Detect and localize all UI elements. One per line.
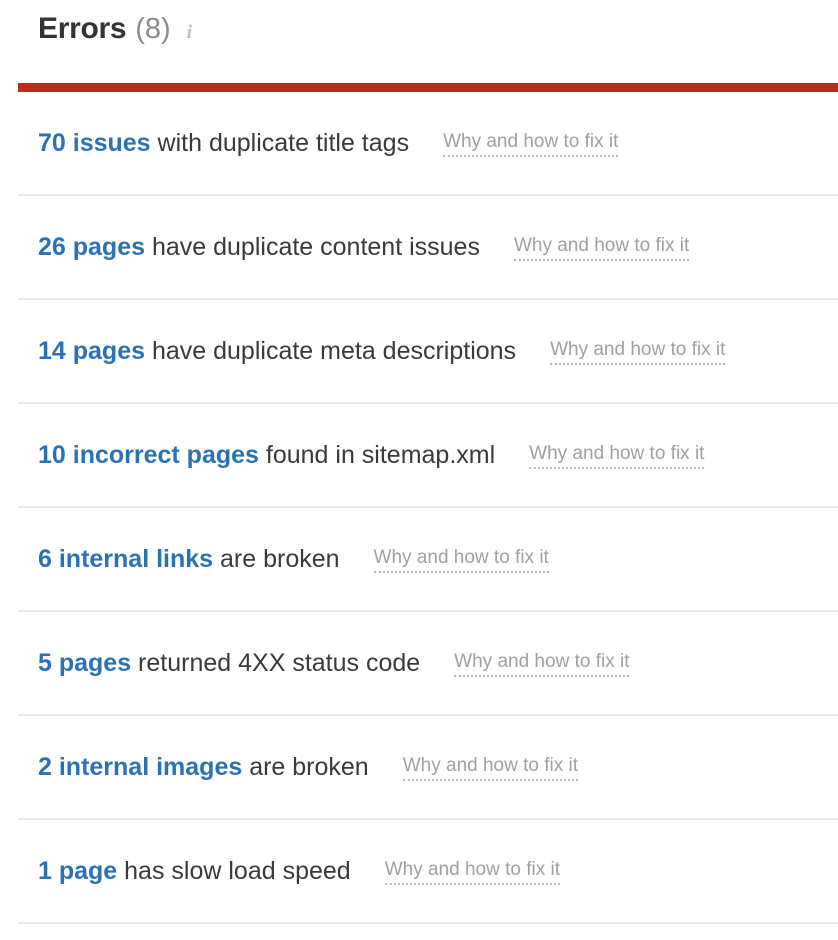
issue-count-link[interactable]: 70 issues bbox=[38, 129, 151, 158]
fix-link[interactable]: Why and how to fix it bbox=[443, 132, 619, 157]
issue-text: 70 issues with duplicate title tags bbox=[38, 130, 409, 158]
list-item[interactable]: 2 internal images are broken Why and how… bbox=[0, 716, 838, 820]
list-item[interactable]: 10 incorrect pages found in sitemap.xml … bbox=[0, 404, 838, 508]
fix-link[interactable]: Why and how to fix it bbox=[529, 444, 705, 469]
issue-text: 10 incorrect pages found in sitemap.xml bbox=[38, 442, 495, 470]
list-item[interactable]: 5 pages returned 4XX status code Why and… bbox=[0, 612, 838, 716]
severity-bar bbox=[18, 83, 838, 92]
issue-description: are broken bbox=[242, 753, 369, 782]
issue-description: returned 4XX status code bbox=[131, 649, 421, 678]
issue-count-link[interactable]: 2 internal images bbox=[38, 753, 242, 782]
issue-description: have duplicate meta descriptions bbox=[145, 337, 517, 366]
issue-text: 6 internal links are broken bbox=[38, 546, 340, 574]
error-count-badge: (8) bbox=[135, 13, 171, 45]
issue-description: with duplicate title tags bbox=[150, 129, 410, 158]
errors-panel: Errors (8) i 70 issues with duplicate ti… bbox=[0, 0, 838, 940]
issue-text: 26 pages have duplicate content issues bbox=[38, 234, 480, 262]
issue-count-link[interactable]: 10 incorrect pages bbox=[38, 441, 259, 470]
issue-count-link[interactable]: 1 page bbox=[38, 857, 117, 886]
issue-count-link[interactable]: 5 pages bbox=[38, 649, 131, 678]
fix-link[interactable]: Why and how to fix it bbox=[384, 860, 560, 885]
issue-text: 2 internal images are broken bbox=[38, 754, 369, 782]
list-item[interactable]: 6 internal links are broken Why and how … bbox=[0, 508, 838, 612]
fix-link[interactable]: Why and how to fix it bbox=[373, 548, 549, 573]
list-item[interactable]: 70 issues with duplicate title tags Why … bbox=[0, 92, 838, 196]
issue-count-link[interactable]: 6 internal links bbox=[38, 545, 213, 574]
issue-description: found in sitemap.xml bbox=[258, 441, 496, 470]
list-item[interactable]: 1 page has slow load speed Why and how t… bbox=[0, 820, 838, 924]
issue-list: 70 issues with duplicate title tags Why … bbox=[0, 92, 838, 924]
issue-description: have duplicate content issues bbox=[145, 233, 480, 262]
issue-description: has slow load speed bbox=[117, 857, 351, 886]
fix-link[interactable]: Why and how to fix it bbox=[402, 756, 579, 781]
issue-count-link[interactable]: 14 pages bbox=[38, 337, 145, 366]
issue-text: 5 pages returned 4XX status code bbox=[38, 650, 420, 678]
page-title: Errors bbox=[38, 12, 127, 45]
fix-link[interactable]: Why and how to fix it bbox=[550, 340, 726, 365]
fix-link[interactable]: Why and how to fix it bbox=[454, 652, 630, 677]
issue-description: are broken bbox=[213, 545, 340, 574]
info-icon[interactable]: i bbox=[187, 23, 192, 42]
list-item[interactable]: 14 pages have duplicate meta description… bbox=[0, 300, 838, 404]
list-item[interactable]: 26 pages have duplicate content issues W… bbox=[0, 196, 838, 300]
issue-text: 1 page has slow load speed bbox=[38, 858, 351, 886]
issue-text: 14 pages have duplicate meta description… bbox=[38, 338, 516, 366]
fix-link[interactable]: Why and how to fix it bbox=[513, 236, 690, 261]
panel-header: Errors (8) i bbox=[0, 0, 838, 62]
issue-count-link[interactable]: 26 pages bbox=[38, 233, 145, 262]
